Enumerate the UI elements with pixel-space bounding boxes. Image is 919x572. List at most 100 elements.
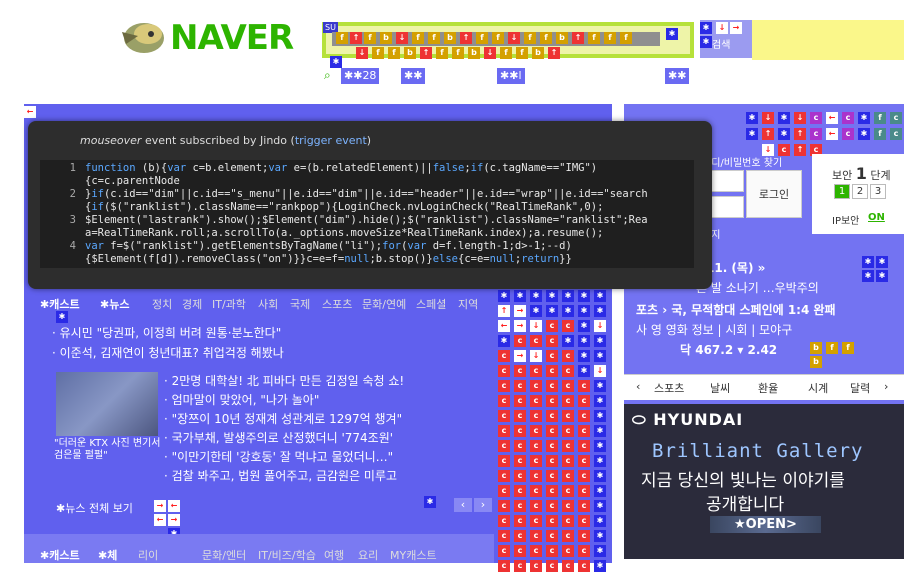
next-page-button[interactable]: ›: [474, 498, 492, 512]
naver-logo[interactable]: NAVER: [170, 18, 294, 58]
news-photo-caption[interactable]: "더러운 KTX 사진 변기서 검은물 펄펄": [54, 438, 164, 462]
tab-news[interactable]: ✱뉴스: [100, 296, 129, 312]
tab-it[interactable]: IT/과학: [212, 296, 246, 312]
category-links[interactable]: 사 영 영화 정보 | 시회 | 모야구: [636, 322, 792, 338]
marker: f: [524, 32, 536, 44]
prev-widget-button[interactable]: ‹: [636, 380, 640, 393]
naver-logo-icon[interactable]: [118, 14, 168, 58]
marker: c: [514, 545, 526, 557]
marker: ↓: [762, 112, 774, 124]
tab-exchange[interactable]: 환율: [758, 380, 778, 396]
marker: c: [530, 470, 542, 482]
marker: c: [530, 515, 542, 527]
tab-sports[interactable]: 스포츠: [654, 380, 684, 396]
marker: c: [514, 395, 526, 407]
marker: f: [620, 32, 632, 44]
sports-headline[interactable]: 포츠 › 국, 무적함대 스페인에 1:4 완패: [636, 302, 836, 318]
headline-6[interactable]: · 국가부채, 발생주의로 산정했더니 '774조원': [164, 429, 393, 446]
tab-podcast[interactable]: ✱캐스트: [40, 547, 80, 563]
ip-security-toggle[interactable]: ON: [868, 212, 885, 223]
tab-clock[interactable]: 시계: [808, 380, 828, 396]
tab-society[interactable]: 사회: [258, 296, 278, 312]
marker: c: [562, 455, 574, 467]
marker: c: [578, 560, 590, 572]
tab-all[interactable]: ✱체: [98, 547, 117, 563]
marker: [562, 290, 574, 302]
weather-headline[interactable]: 혼 발 소나기 …우박주의: [696, 280, 819, 296]
marker: f: [516, 47, 528, 59]
stock-index[interactable]: 닥 467.2 ▾ 2.42: [680, 342, 777, 358]
tab-cast[interactable]: ✱캐스트: [40, 296, 80, 312]
marker: [594, 440, 606, 452]
marker: c: [578, 530, 590, 542]
sub-link-4[interactable]: ✱✱: [665, 68, 690, 84]
marker: c: [562, 500, 574, 512]
marker: c: [562, 365, 574, 377]
tab-weather[interactable]: 날씨: [710, 380, 730, 396]
marker: c: [810, 128, 822, 140]
headline-4[interactable]: · 엄마말이 맞았어, "나가 놀아": [164, 391, 319, 408]
hyundai-emblem-icon: ⬭: [632, 410, 647, 429]
marker: c: [514, 410, 526, 422]
marker: [862, 270, 874, 282]
tab-culture-ent[interactable]: 문화/엔터: [202, 547, 246, 563]
code-line-number: 1: [69, 162, 76, 174]
find-id-link[interactable]: 이디/비밀번호 찾기: [702, 154, 782, 169]
tab-cooking[interactable]: 요리: [358, 547, 378, 563]
security-step-3[interactable]: 3: [870, 184, 886, 199]
ad-open-button[interactable]: ★OPEN>: [710, 516, 821, 533]
tab-culture[interactable]: 문화/연예: [362, 296, 406, 312]
tab-mycast[interactable]: MY캐스트: [390, 547, 437, 563]
marker: c: [578, 425, 590, 437]
tab-region[interactable]: 지역: [458, 296, 478, 312]
marker: c: [890, 112, 902, 124]
marker: [546, 305, 558, 317]
tab-travel[interactable]: 여행: [324, 547, 344, 563]
marker: b: [380, 32, 392, 44]
marker: c: [514, 500, 526, 512]
headline-3[interactable]: · 2만명 대학살! 北 피바다 만든 김정일 숙청 쇼!: [164, 372, 404, 389]
search-icon[interactable]: ⌕: [324, 68, 331, 83]
headline-2[interactable]: · 이준석, 김재연이 청년대표? 취업걱정 해봤나: [52, 344, 284, 361]
marker: c: [842, 128, 854, 140]
sub-link-3[interactable]: ✱✱l 열에 고백: [497, 68, 525, 114]
tab-world[interactable]: 국제: [290, 296, 310, 312]
next-widget-button[interactable]: ›: [884, 380, 888, 393]
marker: b: [404, 47, 416, 59]
tab-biz[interactable]: IT/비즈/학습: [258, 547, 316, 563]
marker: f: [452, 47, 464, 59]
trigger-event-link[interactable]: trigger event: [295, 134, 367, 147]
headline-7[interactable]: · "이만기한테 '강호동' 잘 먹냐고 물었더니…": [164, 448, 393, 465]
marker: [594, 515, 606, 527]
security-step-1[interactable]: 1: [834, 184, 850, 199]
marker: c: [578, 380, 590, 392]
date-label: 11. (목) »: [706, 261, 766, 275]
marker: [594, 545, 606, 557]
tab-economy[interactable]: 경제: [182, 296, 202, 312]
headline-5[interactable]: · "장쯔이 10년 정재계 성관계로 1297억 챙겨": [164, 410, 402, 427]
sub-link-1[interactable]: ✱✱28: [341, 68, 380, 84]
sub-link-2[interactable]: ✱✱더러운 PC: [401, 68, 426, 146]
marker: c: [546, 395, 558, 407]
marker: [498, 335, 510, 347]
headline-1[interactable]: · 유시민 "당권파, 이정희 버려 원통·분노한다": [52, 324, 281, 341]
login-button[interactable]: 로그인: [746, 170, 802, 218]
tab-politics[interactable]: 정치: [152, 296, 172, 312]
security-step-2[interactable]: 2: [852, 184, 868, 199]
prev-page-button[interactable]: ‹: [454, 498, 472, 512]
all-news-link[interactable]: ✱뉴스 전체 보기: [56, 500, 133, 516]
marker: [666, 28, 678, 40]
tab-life[interactable]: 리이: [138, 547, 158, 563]
headline-8[interactable]: · 검찰 봐주고, 법원 풀어주고, 금감원은 미루고: [164, 467, 397, 484]
marker: c: [514, 530, 526, 542]
tab-special[interactable]: 스페셜: [416, 296, 446, 312]
tab-sports[interactable]: 스포츠: [322, 296, 352, 312]
tab-calendar[interactable]: 달력: [850, 380, 870, 396]
marker: c: [578, 410, 590, 422]
marker: [594, 305, 606, 317]
marker: [594, 485, 606, 497]
news-photo[interactable]: [56, 372, 158, 436]
marker: b: [444, 32, 456, 44]
tooltip-title: mouseover event subscribed by Jindo (tri…: [80, 134, 372, 147]
marker: ←: [24, 106, 36, 118]
